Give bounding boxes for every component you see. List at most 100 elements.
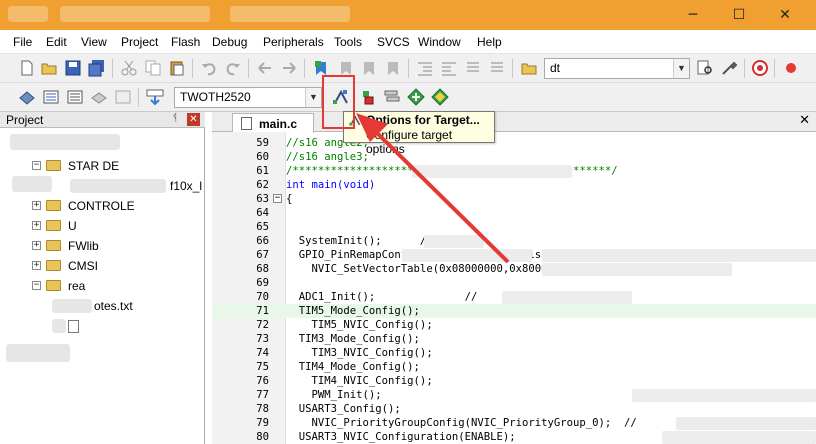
paste-icon[interactable] — [168, 59, 186, 77]
code-line[interactable]: 66 SystemInit(); / — [212, 234, 816, 248]
pin-icon[interactable]: ᛩ — [172, 113, 178, 124]
menu-help[interactable]: Help — [477, 35, 502, 49]
stop-build-icon[interactable] — [114, 88, 132, 106]
tree-item-file[interactable] — [52, 318, 112, 334]
code-text: NVIC_SetVectorTable(0x08000000,0x8000); … — [286, 263, 580, 275]
target-select[interactable]: TWOTH2520 ▼ — [174, 87, 322, 108]
pack-installer-icon[interactable] — [407, 88, 425, 106]
find-combo[interactable]: dt ▼ — [544, 58, 690, 79]
menu-debug[interactable]: Debug — [212, 35, 247, 49]
code-line[interactable]: 64 — [212, 206, 816, 220]
folder-icon — [46, 200, 61, 211]
select-packs-icon[interactable] — [383, 88, 401, 106]
redo-icon[interactable] — [224, 59, 242, 77]
menu-peripherals[interactable]: Peripherals — [263, 35, 324, 49]
expand-icon[interactable]: + — [32, 241, 41, 250]
tab-main-c[interactable]: main.c — [232, 113, 314, 133]
tree-item-startup-file[interactable]: f10x_l — [70, 178, 204, 194]
menu-file[interactable]: File — [13, 35, 32, 49]
code-line[interactable]: 72 TIM5_NVIC_Config(); — [212, 318, 816, 332]
code-line[interactable]: 78 USART3_Config(); — [212, 402, 816, 416]
code-line[interactable]: 60 //s16 angle3; — [212, 150, 816, 164]
menu-edit[interactable]: Edit — [46, 35, 67, 49]
uncomment-icon[interactable] — [488, 59, 506, 77]
menu-flash[interactable]: Flash — [171, 35, 200, 49]
save-icon[interactable] — [64, 59, 82, 77]
code-line[interactable]: 80 USART3_NVIC_Configuration(ENABLE); — [212, 430, 816, 444]
menu-project[interactable]: Project — [121, 35, 158, 49]
bookmark-clear-icon[interactable] — [384, 59, 402, 77]
expand-icon[interactable]: + — [32, 221, 41, 230]
manage-project-items-icon[interactable] — [359, 88, 377, 106]
code-line[interactable]: 69 — [212, 276, 816, 290]
configure-icon[interactable] — [720, 59, 738, 77]
collapse-icon[interactable]: − — [32, 281, 41, 290]
minimize-button[interactable]: ─ — [670, 0, 716, 30]
close-editor-icon[interactable]: ✕ — [799, 113, 810, 128]
menu-svcs[interactable]: SVCS — [377, 35, 410, 49]
batch-build-icon[interactable] — [90, 88, 108, 106]
nav-back-icon[interactable] — [256, 59, 274, 77]
build-icon[interactable] — [42, 88, 60, 106]
code-line[interactable]: 73 TIM3_Mode_Config(); — [212, 332, 816, 346]
code-line[interactable]: 67 GPIO_PinRemapConfig(GPIO_Remap_SWJ_Di… — [212, 248, 816, 262]
code-line[interactable]: 63−{ — [212, 192, 816, 206]
expand-icon[interactable]: + — [32, 201, 41, 210]
open-file-icon[interactable] — [40, 59, 58, 77]
code-text: TIM3_NVIC_Config(); — [286, 347, 433, 359]
project-panel-close-button[interactable]: ✕ — [187, 113, 200, 126]
chevron-down-icon[interactable]: ▼ — [673, 59, 689, 78]
maximize-button[interactable]: ☐ — [716, 0, 762, 30]
new-file-icon[interactable] — [18, 59, 36, 77]
tree-item-cmsis[interactable]: + CMSI — [32, 258, 202, 274]
fold-toggle-icon[interactable]: − — [273, 194, 282, 203]
expand-icon[interactable]: + — [32, 261, 41, 270]
code-line[interactable]: 70 ADC1_Init(); // — [212, 290, 816, 304]
nav-forward-icon[interactable] — [280, 59, 298, 77]
run-time-environment-icon[interactable] — [431, 88, 449, 106]
code-line[interactable]: 79 NVIC_PriorityGroupConfig(NVIC_Priorit… — [212, 416, 816, 430]
download-icon[interactable] — [146, 88, 164, 106]
tree-item-user[interactable]: + U — [32, 218, 202, 234]
tree-item-fwlib[interactable]: + FWlib — [32, 238, 202, 254]
indent-icon[interactable] — [416, 59, 434, 77]
menu-window[interactable]: Window — [418, 35, 461, 49]
code-line[interactable]: 61/*************************************… — [212, 164, 816, 178]
code-text: PWM_Init(); — [286, 389, 382, 401]
code-line[interactable]: 68 NVIC_SetVectorTable(0x08000000,0x8000… — [212, 262, 816, 276]
copy-icon[interactable] — [144, 59, 162, 77]
rebuild-icon[interactable] — [66, 88, 84, 106]
collapse-icon[interactable]: − — [32, 161, 41, 170]
code-line[interactable]: 75 TIM4_Mode_Config(); — [212, 360, 816, 374]
tree-item-controller[interactable]: + CONTROLE — [32, 198, 202, 214]
code-line[interactable]: 59//s16 angle2; — [212, 136, 816, 150]
tree-item-readme[interactable]: − rea — [32, 278, 202, 294]
debug-start-icon[interactable] — [751, 59, 769, 77]
menu-tools[interactable]: Tools — [334, 35, 362, 49]
bookmark-next-icon[interactable] — [360, 59, 378, 77]
line-number: 61 — [256, 165, 269, 177]
code-text: int main(void) — [286, 179, 376, 191]
code-line[interactable]: 77 PWM_Init(); — [212, 388, 816, 402]
record-icon[interactable] — [782, 59, 800, 77]
code-line[interactable]: 74 TIM3_NVIC_Config(); — [212, 346, 816, 360]
find-icon[interactable] — [696, 59, 714, 77]
translate-icon[interactable] — [18, 88, 36, 106]
close-window-button[interactable]: ✕ — [762, 0, 808, 30]
save-all-icon[interactable] — [88, 59, 106, 77]
tree-item-startup[interactable]: − STAR DE — [32, 158, 202, 174]
menu-view[interactable]: View — [81, 35, 107, 49]
unindent-icon[interactable] — [440, 59, 458, 77]
code-line[interactable]: 76 TIM4_NVIC_Config(); — [212, 374, 816, 388]
chevron-down-icon[interactable]: ▼ — [305, 88, 321, 107]
code-line[interactable]: 71 TIM5_Mode_Config(); — [212, 304, 816, 318]
code-text: TIM5_Mode_Config(); — [286, 305, 420, 317]
comment-icon[interactable] — [464, 59, 482, 77]
find-in-files-icon[interactable] — [520, 59, 538, 77]
toolbar-separator — [304, 59, 305, 78]
code-line[interactable]: 62 int main(void) — [212, 178, 816, 192]
cut-icon[interactable] — [120, 59, 138, 77]
code-line[interactable]: 65 — [212, 220, 816, 234]
undo-icon[interactable] — [200, 59, 218, 77]
tree-item-notes[interactable]: otes.txt — [52, 298, 202, 314]
